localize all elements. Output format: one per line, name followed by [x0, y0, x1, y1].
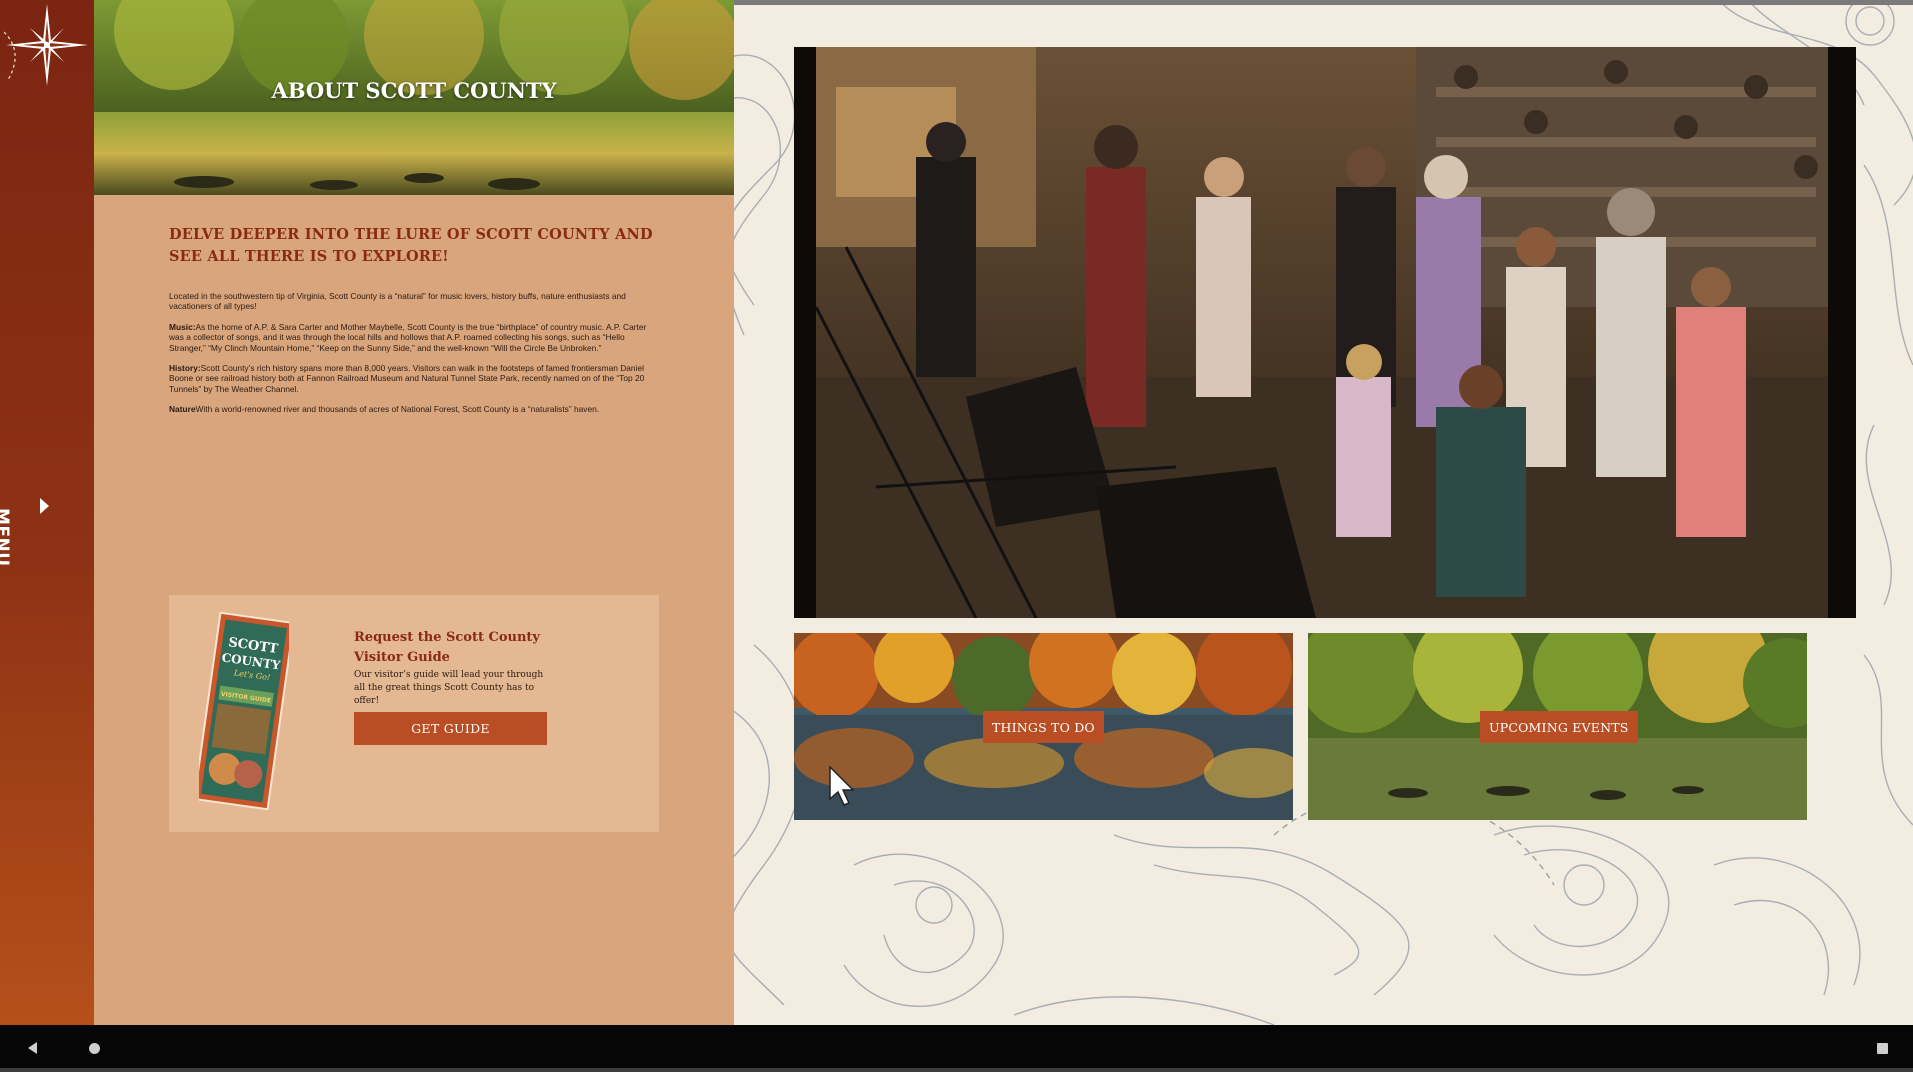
home-circle-icon[interactable] — [89, 1043, 100, 1054]
hero-title: ABOUT SCOTT COUNTY — [271, 78, 557, 103]
visitor-guide-brochure-image: SCOTT COUNTY Let's Go! VISITOR GUIDE — [199, 611, 289, 811]
music-text: As the home of A.P. & Sara Carter and Mo… — [169, 321, 647, 353]
history-label: History: — [169, 363, 201, 374]
music-paragraph: Music:As the home of A.P. & Sara Carter … — [169, 322, 659, 353]
compass-rose-icon[interactable] — [4, 2, 90, 88]
visitor-guide-card: SCOTT COUNTY Let's Go! VISITOR GUIDE Req… — [169, 595, 659, 832]
sidebar: MENU — [0, 0, 94, 1025]
system-navigation-bar — [0, 1025, 1913, 1072]
about-content: DELVE DEEPER INTO THE LURE OF SCOTT COUN… — [169, 224, 659, 415]
video-player[interactable] — [794, 47, 1856, 618]
music-label: Music: — [169, 321, 196, 332]
guide-description: Our visitor’s guide will lead your throu… — [354, 670, 544, 706]
history-text: Scott County’s rich history spans more t… — [169, 363, 645, 394]
history-paragraph: History:Scott County’s rich history span… — [169, 363, 659, 394]
caret-right-icon[interactable] — [40, 498, 49, 514]
nature-text: With a world-renowned river and thousand… — [195, 404, 600, 415]
video-frame-image[interactable] — [816, 47, 1828, 618]
mouse-cursor-icon — [829, 765, 854, 806]
page-headline: DELVE DEEPER INTO THE LURE OF SCOTT COUN… — [169, 226, 653, 265]
recents-square-icon[interactable] — [1877, 1043, 1888, 1054]
nature-paragraph: NatureWith a world-renowned river and th… — [169, 404, 659, 414]
upcoming-events-button[interactable]: UPCOMING EVENTS — [1480, 711, 1638, 743]
intro-paragraph: Located in the southwestern tip of Virgi… — [169, 291, 626, 312]
menu-toggle[interactable]: MENU — [0, 478, 60, 567]
menu-label[interactable]: MENU — [0, 508, 12, 567]
get-guide-button[interactable]: GET GUIDE — [354, 712, 547, 745]
upcoming-events-tile[interactable]: UPCOMING EVENTS — [1308, 633, 1807, 820]
things-to-do-tile[interactable]: THINGS TO DO — [794, 633, 1293, 820]
about-panel: ABOUT SCOTT COUNTY DELVE DEEPER INTO THE… — [94, 0, 734, 1025]
nature-label: Nature — [169, 404, 196, 415]
guide-title: Request the Scott County Visitor Guide — [354, 630, 540, 665]
media-panel: THINGS TO DO UPCOMING EVENTS — [734, 5, 1913, 1025]
hero-banner: ABOUT SCOTT COUNTY — [94, 0, 734, 195]
things-to-do-button[interactable]: THINGS TO DO — [983, 711, 1104, 743]
back-triangle-icon[interactable] — [28, 1042, 37, 1054]
